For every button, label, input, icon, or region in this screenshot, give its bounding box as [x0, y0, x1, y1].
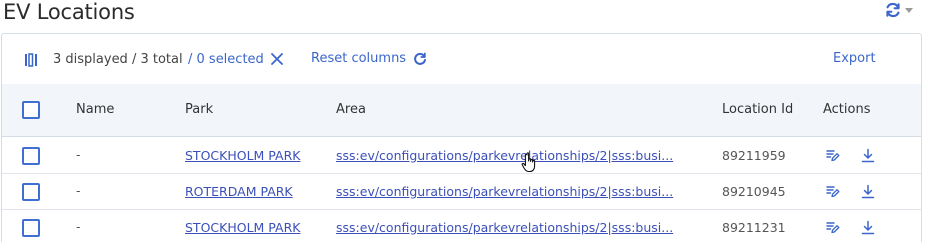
column-header-location-id[interactable]: Location Id — [722, 102, 793, 117]
export-button[interactable]: Export — [833, 51, 876, 66]
chevron-down-icon — [905, 7, 913, 13]
area-link[interactable]: sss:ev/configurations/parkevrelationship… — [336, 220, 683, 235]
page-title: EV Locations — [3, 0, 135, 24]
park-link[interactable]: STOCKHOLM PARK — [185, 148, 300, 163]
locations-panel: 3 displayed / 3 total / 0 selected Reset… — [1, 33, 922, 242]
close-icon[interactable] — [270, 51, 284, 70]
column-header-actions: Actions — [823, 102, 871, 117]
row-checkbox[interactable] — [22, 147, 40, 165]
row-checkbox[interactable] — [22, 219, 40, 237]
refresh-menu[interactable] — [884, 0, 920, 20]
row-checkbox[interactable] — [22, 183, 40, 201]
park-link[interactable]: STOCKHOLM PARK — [185, 220, 300, 235]
reset-columns-button[interactable]: Reset columns — [311, 51, 427, 66]
download-icon[interactable] — [861, 184, 875, 203]
column-header-name[interactable]: Name — [76, 102, 114, 117]
row-count: 3 displayed / 3 total — [53, 52, 183, 67]
download-icon[interactable] — [861, 148, 875, 167]
table-row: - ROTERDAM PARK sss:ev/configurations/pa… — [2, 174, 921, 210]
edit-icon[interactable] — [825, 148, 840, 167]
table-row: - STOCKHOLM PARK sss:ev/configurations/p… — [2, 210, 921, 242]
table-row: - STOCKHOLM PARK sss:ev/configurations/p… — [2, 138, 921, 174]
refresh-icon — [884, 1, 902, 19]
selected-count: / 0 selected — [188, 52, 264, 67]
table-toolbar: 3 displayed / 3 total / 0 selected Reset… — [2, 34, 921, 84]
area-link[interactable]: sss:ev/configurations/parkevrelationship… — [336, 148, 683, 163]
cell-name: - — [76, 147, 81, 162]
table-header: Name Park Area Location Id Actions — [2, 84, 921, 137]
edit-icon[interactable] — [825, 184, 840, 203]
cell-location-id: 89211959 — [722, 148, 786, 163]
column-header-area[interactable]: Area — [336, 102, 366, 117]
cell-location-id: 89211231 — [722, 220, 786, 235]
refresh-icon — [414, 52, 427, 65]
park-link[interactable]: ROTERDAM PARK — [185, 184, 293, 199]
area-link[interactable]: sss:ev/configurations/parkevrelationship… — [336, 184, 683, 199]
edit-icon[interactable] — [825, 220, 840, 239]
cell-name: - — [76, 219, 81, 234]
columns-icon[interactable] — [24, 52, 38, 71]
cell-name: - — [76, 183, 81, 198]
reset-columns-label: Reset columns — [311, 51, 407, 66]
column-header-park[interactable]: Park — [185, 102, 213, 117]
cell-location-id: 89210945 — [722, 184, 786, 199]
download-icon[interactable] — [861, 220, 875, 239]
select-all-checkbox[interactable] — [22, 101, 40, 119]
